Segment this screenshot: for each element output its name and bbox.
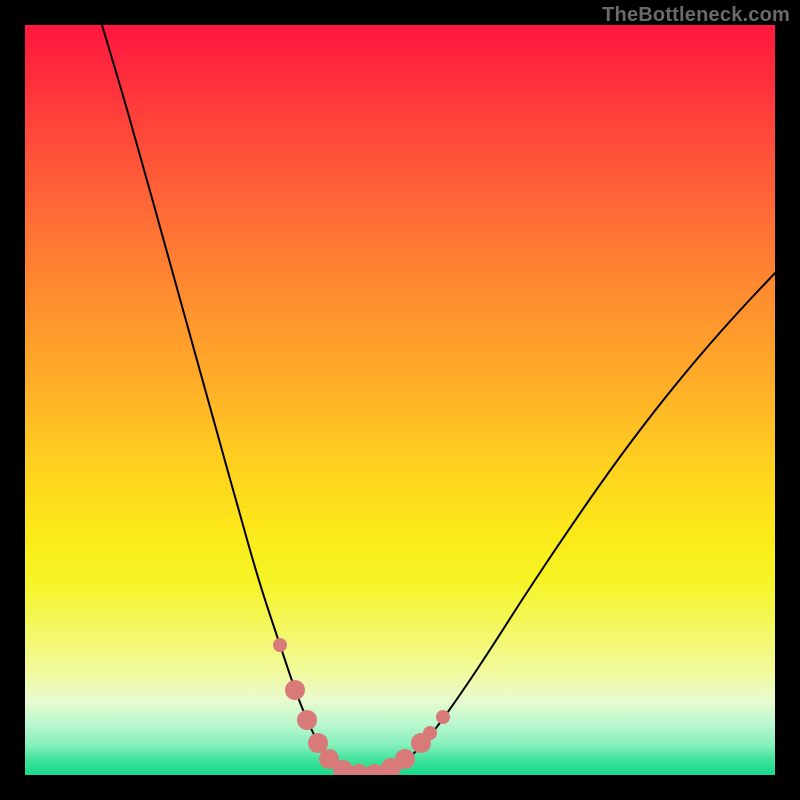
- watermark-text: TheBottleneck.com: [602, 4, 790, 27]
- chart-frame: TheBottleneck.com: [0, 0, 800, 800]
- marker-dot: [423, 726, 437, 740]
- marker-dot: [273, 638, 287, 652]
- marker-group: [273, 638, 450, 775]
- marker-dot: [395, 749, 415, 769]
- series-group: [102, 25, 775, 775]
- curve-layer: [25, 25, 775, 775]
- curve-left-branch: [102, 25, 365, 775]
- plot-area: [25, 25, 775, 775]
- marker-dot: [285, 680, 305, 700]
- marker-dot: [297, 710, 317, 730]
- marker-dot: [436, 710, 450, 724]
- curve-right-branch: [365, 273, 775, 775]
